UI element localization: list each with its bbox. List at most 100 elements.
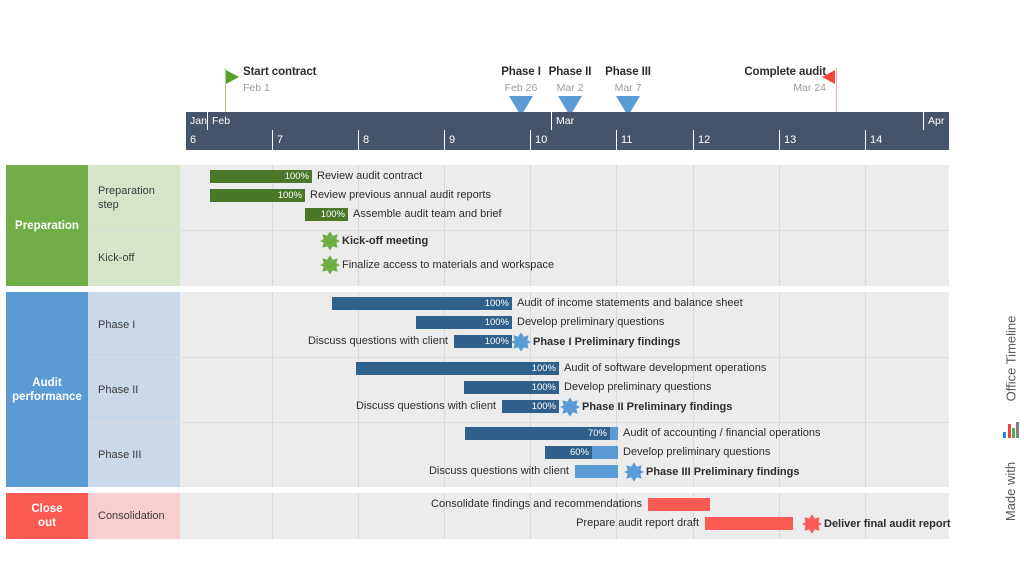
task-progress-percent: 100% <box>531 382 556 393</box>
gridline-week-11 <box>616 165 617 286</box>
task-label: Review previous annual audit reports <box>310 189 491 201</box>
task-label: Discuss questions with client <box>428 465 569 477</box>
task-bar[interactable]: 100% Develop preliminary questions <box>464 381 711 394</box>
task-bar-progress <box>705 517 793 530</box>
group-label-audit-performance[interactable]: Audit performance <box>6 292 88 487</box>
task-bar-progress <box>648 498 710 511</box>
task-bar[interactable]: 100% Audit of software development operat… <box>356 362 766 375</box>
milestone-label: Phase I Preliminary findings <box>533 336 681 348</box>
gridline-week-12 <box>693 165 694 286</box>
axis-month-mar: Mar <box>551 112 923 130</box>
swimlane-label-kick-off[interactable]: Kick-off <box>88 230 180 286</box>
task-progress-percent: 60% <box>569 447 589 458</box>
task-bar[interactable]: 100% Review previous annual audit reports <box>210 189 491 202</box>
axis-month-feb: Feb <box>207 112 551 130</box>
swimlane-label-text: Phase II <box>98 383 139 396</box>
axis-week-row: 6 7 8 9 10 11 12 13 14 <box>186 130 949 150</box>
task-bar[interactable]: 100% Audit of income statements and balan… <box>332 297 743 310</box>
axis-week-14: 14 <box>865 130 949 150</box>
task-bar[interactable]: Discuss questions with client <box>429 465 618 478</box>
task-bar-progress <box>356 362 559 375</box>
task-bar[interactable]: 100% Develop preliminary questions <box>416 316 664 329</box>
axis-month-apr: Apr <box>923 112 949 130</box>
task-progress-percent: 100% <box>284 171 309 182</box>
swimlane-label-text: Phase III <box>98 448 142 461</box>
swimlane-label-consolidation[interactable]: Consolidation <box>88 493 180 539</box>
milestone-label: Deliver final audit report <box>824 518 951 530</box>
office-timeline-watermark: Office Timeline Made with <box>1000 310 1022 540</box>
swimlane-label-text: Consolidation <box>98 510 165 522</box>
task-progress-percent: 100% <box>320 209 345 220</box>
group-label-text: Preparation <box>15 219 79 232</box>
task-bar[interactable]: 100% Review audit contract <box>210 170 422 183</box>
task-label: Consolidate findings and recommendations <box>431 498 642 510</box>
swimlane-label-phase-i[interactable]: Phase I <box>88 292 180 357</box>
milestone-label: Kick-off meeting <box>342 235 429 247</box>
task-bar-remaining <box>575 465 618 478</box>
task-bar[interactable]: 60% Develop preliminary questions <box>545 446 770 459</box>
watermark-prefix: Made with <box>1003 461 1019 521</box>
gridline-week-13 <box>779 493 780 539</box>
task-progress-percent: 100% <box>484 298 509 309</box>
watermark-brand: Office Timeline <box>1003 315 1019 401</box>
axis-week-7: 7 <box>272 130 358 150</box>
milestone-star-icon[interactable] <box>802 514 822 534</box>
end-flag-pole <box>836 68 837 112</box>
swimlane-label-text: Kick-off <box>98 252 135 264</box>
task-label: Assemble audit team and brief <box>353 208 502 220</box>
milestone-label: Phase III Preliminary findings <box>646 466 800 478</box>
group-label-text: Audit performance <box>12 376 82 403</box>
swimlane-separator <box>88 230 949 231</box>
gridline-week-7 <box>272 493 273 539</box>
milestone-star-icon[interactable] <box>320 231 340 251</box>
task-bar[interactable]: 70% Audit of accounting / financial opera… <box>465 427 821 440</box>
axis-week-9: 9 <box>444 130 530 150</box>
group-label-close-out[interactable]: Close out <box>6 493 88 539</box>
task-label: Discuss questions with client <box>307 335 448 347</box>
milestone-star-icon[interactable] <box>560 397 580 417</box>
office-timeline-logo-icon <box>1003 422 1019 438</box>
task-progress-percent: 100% <box>531 401 556 412</box>
group-label-text: Close out <box>31 503 63 529</box>
task-progress-percent: 100% <box>277 190 302 201</box>
end-flag-icon <box>822 70 835 84</box>
milestone-label: Finalize access to materials and workspa… <box>342 259 555 271</box>
milestone-star-icon[interactable] <box>624 462 644 482</box>
task-bar[interactable]: Prepare audit report draft <box>576 517 793 530</box>
group-label-preparation[interactable]: Preparation <box>6 165 88 286</box>
gridline-week-13 <box>779 165 780 286</box>
axis-week-8: 8 <box>358 130 444 150</box>
gridline-week-13 <box>779 292 780 487</box>
task-bar[interactable]: 100% Assemble audit team and brief <box>305 208 502 221</box>
swimlane-label-phase-ii[interactable]: Phase II <box>88 357 180 422</box>
milestone-star-icon[interactable] <box>511 332 531 352</box>
task-label: Audit of income statements and balance s… <box>517 297 743 309</box>
axis-week-12: 12 <box>693 130 779 150</box>
task-progress-percent: 100% <box>531 363 556 374</box>
milestone-star-icon[interactable] <box>320 255 340 275</box>
task-label: Develop preliminary questions <box>623 446 771 458</box>
swimlane-separator <box>88 357 949 358</box>
task-bar[interactable]: 100% Discuss questions with client <box>308 335 512 348</box>
task-label: Develop preliminary questions <box>517 316 665 328</box>
swimlane-label-phase-iii[interactable]: Phase III <box>88 422 180 487</box>
gridline-week-8 <box>358 292 359 487</box>
task-label: Review audit contract <box>317 170 423 182</box>
milestone-label: Phase II Preliminary findings <box>582 401 733 413</box>
task-label: Develop preliminary questions <box>564 381 712 393</box>
gridline-week-14 <box>865 165 866 286</box>
swimlane-label-text: Phase I <box>98 318 136 331</box>
task-bar[interactable]: Consolidate findings and recommendations <box>431 498 710 511</box>
axis-week-6: 6 <box>190 134 197 146</box>
swimlane-label-preparation-step[interactable]: Preparation step <box>88 165 180 230</box>
swimlane-separator <box>88 422 949 423</box>
gridline-week-7 <box>272 165 273 286</box>
task-bar[interactable]: 100% Discuss questions with client <box>356 400 559 413</box>
swimlane-label-text: Preparation step <box>98 184 155 211</box>
task-label: Audit of software development operations <box>564 362 767 374</box>
milestone-callout-5[interactable]: Complete audit Mar 24 <box>0 0 1024 112</box>
task-progress-percent: 70% <box>587 428 607 439</box>
task-progress-percent: 100% <box>484 317 509 328</box>
task-label: Prepare audit report draft <box>576 517 699 529</box>
task-label: Audit of accounting / financial operatio… <box>623 427 821 439</box>
